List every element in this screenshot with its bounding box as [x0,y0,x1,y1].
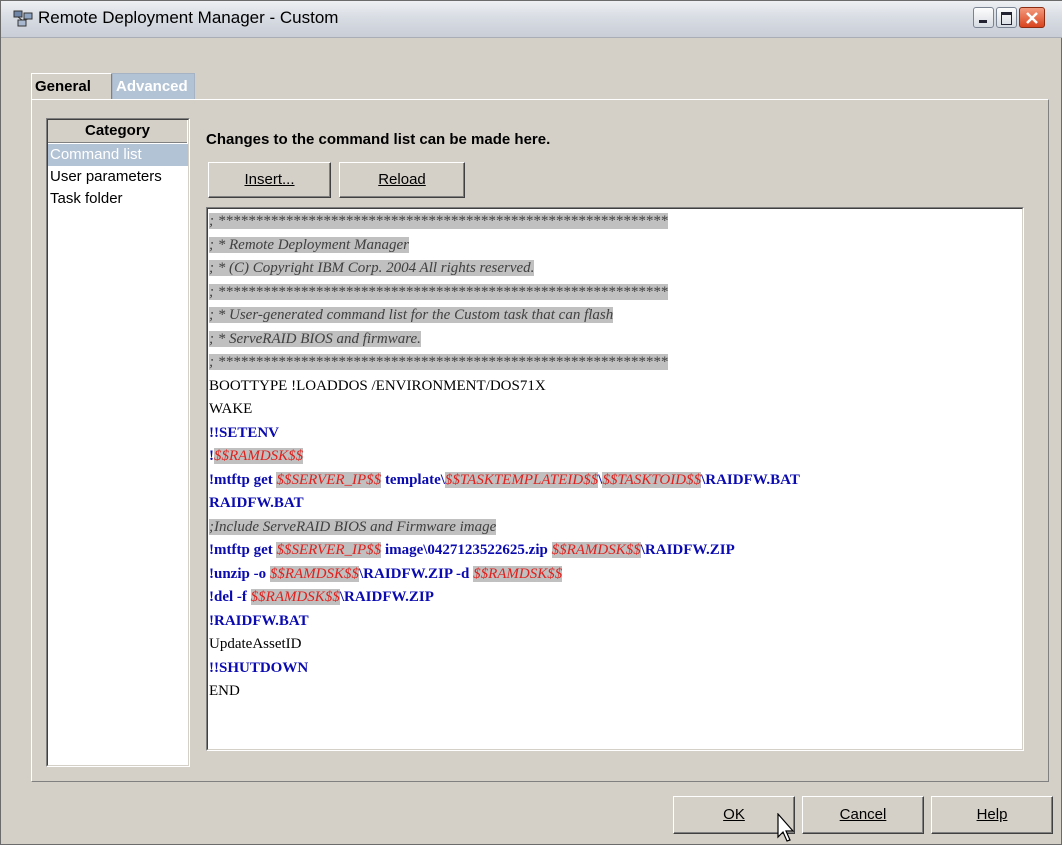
command-token: !mtftp get [209,542,277,558]
dialog-window: Remote Deployment Manager - Custom Gener… [0,0,1062,845]
insert-button[interactable]: Insert... [208,162,331,198]
plain-text: UpdateAssetID [209,636,302,652]
command-token: template\ [381,471,445,488]
command-line[interactable]: ; * (C) Copyright IBM Corp. 2004 All rig… [209,257,800,281]
command-token: \RAIDFW.ZIP -d [359,565,474,582]
variable-token: $$SERVER_IP$$ [276,471,382,488]
command-line[interactable]: ; **************************************… [209,281,800,305]
command-line[interactable]: !mtftp get $$SERVER_IP$$ image\042712352… [209,539,800,563]
plain-text: BOOTTYPE !LOADDOS /ENVIRONMENT/DOS71X [209,377,546,394]
ok-button-label: OK [723,806,745,823]
category-header: Category [48,120,187,143]
tab-panel: Category Command list User parameters Ta… [31,99,1049,782]
tab-advanced[interactable]: Advanced [112,73,195,99]
command-token: \RAIDFW.BAT [701,471,800,488]
command-line[interactable]: ;Include ServeRAID BIOS and Firmware ima… [209,516,800,540]
variable-token: $$TASKTOID$$ [602,471,702,488]
help-button[interactable]: Help [931,796,1053,834]
help-button-label: Help [976,806,1008,823]
command-line[interactable]: UpdateAssetID [209,633,800,657]
command-line[interactable]: END [209,680,800,704]
command-token: !!SHUTDOWN [209,659,309,676]
plain-text: WAKE [209,401,253,417]
section-heading: Changes to the command list can be made … [206,131,551,148]
comment-text: ; * User-generated command list for the … [209,307,614,323]
category-item-task-folder[interactable]: Task folder [48,188,188,210]
variable-token: $$SERVER_IP$$ [276,542,382,558]
title-bar[interactable]: Remote Deployment Manager - Custom [1,1,1062,38]
command-token: RAIDFW.BAT [209,495,304,511]
reload-button-label: Reload [378,171,426,188]
insert-button-label: Insert... [244,171,295,188]
comment-text: ; * ServeRAID BIOS and firmware. [209,330,421,347]
command-line[interactable]: BOOTTYPE !LOADDOS /ENVIRONMENT/DOS71X [209,375,800,399]
network-computers-icon [13,10,33,28]
window-title: Remote Deployment Manager - Custom [38,8,339,27]
command-list-editor[interactable]: ; **************************************… [206,207,1024,751]
plain-text: END [209,683,240,699]
minimize-button[interactable] [973,7,994,28]
cancel-button-label: Cancel [839,806,887,823]
command-line[interactable]: RAIDFW.BAT [209,492,800,516]
command-line[interactable]: !mtftp get $$SERVER_IP$$ template\$$TASK… [209,469,800,493]
close-icon [1026,12,1038,24]
command-token: \RAIDFW.ZIP [339,589,434,605]
close-button[interactable] [1019,7,1045,28]
variable-token: $$RAMDSK$$ [551,542,641,558]
command-line[interactable]: !!SETENV [209,422,800,446]
command-line[interactable]: !RAIDFW.BAT [209,610,800,634]
tab-general[interactable]: General [31,73,112,99]
command-line[interactable]: !!SHUTDOWN [209,657,800,681]
maximize-button[interactable] [996,7,1017,28]
command-line[interactable]: !del -f $$RAMDSK$$\RAIDFW.ZIP [209,586,800,610]
category-item-user-parameters[interactable]: User parameters [48,166,188,188]
category-list: Category Command list User parameters Ta… [46,118,190,767]
comment-text: ;Include ServeRAID BIOS and Firmware ima… [209,518,497,535]
variable-token: $$RAMDSK$$ [214,448,304,464]
cancel-button[interactable]: Cancel [802,796,924,834]
command-line[interactable]: !unzip -o $$RAMDSK$$\RAIDFW.ZIP -d $$RAM… [209,563,800,587]
command-line[interactable]: WAKE [209,398,800,422]
command-line[interactable]: ; * Remote Deployment Manager [209,234,800,258]
mouse-pointer-icon [777,813,795,842]
comment-text: ; **************************************… [209,283,668,300]
command-token: !unzip -o [209,565,270,582]
command-token: !del -f [209,589,251,605]
reload-button[interactable]: Reload [339,162,465,198]
command-token: !mtftp get [209,471,277,488]
command-line[interactable]: ; **************************************… [209,210,800,234]
command-line[interactable]: ; * User-generated command list for the … [209,304,800,328]
comment-text: ; * Remote Deployment Manager [209,236,409,253]
command-token: image\0427123522625.zip [381,542,552,558]
variable-token: $$RAMDSK$$ [269,565,360,582]
variable-token: $$TASKTEMPLATEID$$ [444,471,599,488]
command-line[interactable]: !$$RAMDSK$$ [209,445,800,469]
comment-text: ; **************************************… [209,354,668,370]
comment-text: ; * (C) Copyright IBM Corp. 2004 All rig… [209,260,535,276]
category-item-command-list[interactable]: Command list [48,144,188,166]
command-lines: ; **************************************… [209,210,800,704]
command-line[interactable]: ; **************************************… [209,351,800,375]
command-token: \RAIDFW.ZIP [640,542,735,558]
command-token: !!SETENV [209,424,280,441]
command-line[interactable]: ; * ServeRAID BIOS and firmware. [209,328,800,352]
variable-token: $$RAMDSK$$ [250,589,340,605]
comment-text: ; **************************************… [209,213,668,229]
command-token: !RAIDFW.BAT [209,612,309,629]
variable-token: $$RAMDSK$$ [473,565,563,582]
